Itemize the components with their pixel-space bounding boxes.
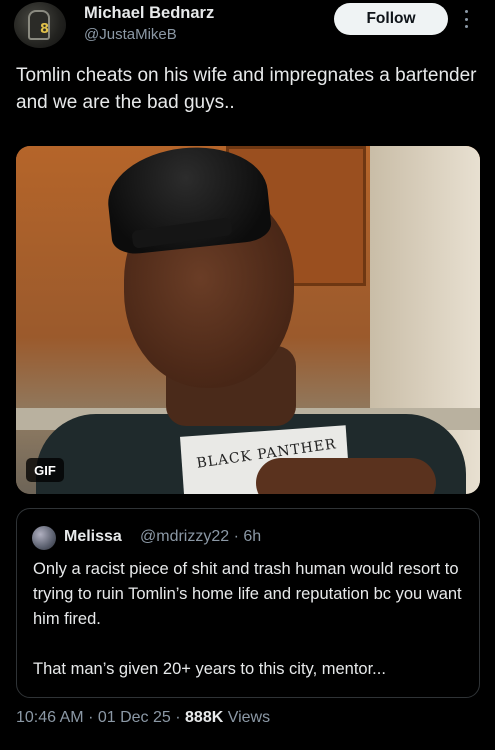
quote-author-handle: @mdrizzy22	[140, 528, 230, 545]
avatar-jersey-number: 8	[40, 22, 50, 37]
author-avatar[interactable]: 8	[14, 2, 66, 48]
quote-paragraph: Only a racist piece of shit and trash hu…	[33, 560, 462, 628]
tweet-gif[interactable]: BLACK PANTHER GIF	[16, 146, 480, 494]
tweet-header: 8 Michael Bednarz @JustaMikeB Follow	[0, 0, 495, 56]
quote-text: Only a racist piece of shit and trash hu…	[33, 557, 473, 682]
tweet-date[interactable]: 01 Dec 25	[98, 709, 171, 726]
author-handle[interactable]: @JustaMikeB	[84, 26, 177, 43]
views-count[interactable]: 888K	[185, 709, 223, 726]
author-name[interactable]: Michael Bednarz	[84, 4, 214, 23]
gif-badge[interactable]: GIF	[26, 458, 64, 482]
quote-time: 6h	[243, 528, 262, 545]
quote-paragraph: That man’s given 20+ years to this city,…	[33, 660, 386, 678]
quote-separator: ·	[233, 528, 239, 545]
gif-person-hand	[256, 458, 436, 494]
quoted-tweet[interactable]: Melissa @mdrizzy22 · 6h Only a racist pi…	[16, 508, 480, 698]
meta-separator: ·	[175, 709, 181, 726]
quote-author-meta: @mdrizzy22 · 6h	[140, 528, 261, 546]
more-dot	[464, 25, 468, 28]
more-dot	[464, 10, 468, 13]
tweet-text: Tomlin cheats on his wife and impregnate…	[16, 65, 477, 113]
views-label: Views	[227, 709, 271, 726]
meta-separator: ·	[88, 709, 94, 726]
more-dot	[464, 17, 468, 21]
quote-author-avatar	[32, 526, 56, 550]
tweet-time[interactable]: 10:46 AM	[16, 709, 84, 726]
follow-button[interactable]: Follow	[334, 3, 448, 35]
more-options-icon[interactable]	[458, 8, 474, 30]
tweet-meta: 10:46 AM · 01 Dec 25 · 888K Views	[16, 709, 270, 727]
quote-author-name: Melissa	[64, 528, 122, 545]
